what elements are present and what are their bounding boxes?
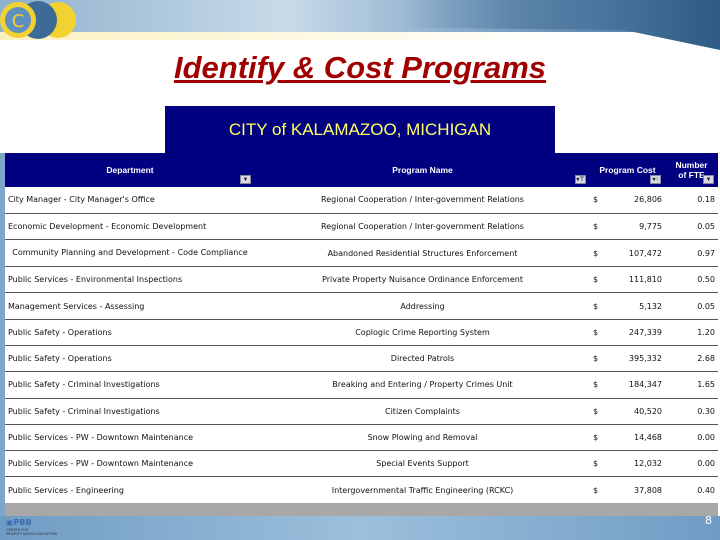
footer-band bbox=[0, 516, 720, 540]
cell-cost: 12,032 bbox=[634, 459, 662, 469]
banner-wave bbox=[400, 0, 720, 50]
cell-department: Public Services - Engineering bbox=[8, 485, 124, 495]
cell-currency: $ bbox=[593, 354, 599, 364]
cell-cost: 5,132 bbox=[639, 301, 662, 311]
cell-program: Citizen Complaints bbox=[385, 406, 460, 416]
filter-dropdown-icon[interactable]: ▼ bbox=[703, 175, 714, 184]
cell-currency: $ bbox=[593, 221, 599, 231]
cell-program: Regional Cooperation / Inter-government … bbox=[321, 195, 524, 205]
cell-program: Abandoned Residential Structures Enforce… bbox=[327, 248, 518, 258]
cell-currency: $ bbox=[593, 327, 599, 337]
cell-department: Public Services - PW - Downtown Maintena… bbox=[8, 433, 194, 443]
col-fte[interactable]: Number of FTE ▼ bbox=[665, 153, 718, 187]
programs-table: Department ▼ Program Name ▾⊤ Program Cost ▾… bbox=[5, 153, 718, 504]
cell-fte: 0.97 bbox=[697, 248, 715, 258]
cell-department: City Manager - City Manager's Office bbox=[8, 195, 155, 205]
table-row: Public Safety - Criminal Investigations C… bbox=[5, 398, 718, 425]
cell-currency: $ bbox=[593, 406, 599, 416]
cell-currency: $ bbox=[593, 248, 599, 258]
table-row: Public Safety - Criminal Investigations B… bbox=[5, 372, 718, 399]
cell-program: Regional Cooperation / Inter-government … bbox=[321, 221, 524, 231]
cell-program: Private Property Nuisance Ordinance Enfo… bbox=[322, 275, 523, 285]
cell-program: Snow Plowing and Removal bbox=[367, 433, 478, 443]
page-number: 8 bbox=[705, 514, 712, 527]
filter-dropdown-icon[interactable]: ▼ bbox=[240, 175, 251, 184]
table-row: Public Services - Engineering Intergovern… bbox=[5, 477, 718, 504]
cell-cost: 26,806 bbox=[634, 195, 662, 205]
cell-fte: 2.68 bbox=[697, 354, 715, 364]
cell-fte: 0.00 bbox=[697, 433, 715, 443]
cell-fte: 1.65 bbox=[697, 380, 715, 390]
cell-fte: 1.20 bbox=[697, 327, 715, 337]
cell-program: Addressing bbox=[400, 301, 445, 311]
table-row: Community Planning and Development - Cod… bbox=[5, 240, 718, 267]
table-row: Public Safety - Operations Coplogic Crime… bbox=[5, 319, 718, 346]
cell-currency: $ bbox=[593, 195, 599, 205]
table-row: Public Safety - Operations Directed Patro… bbox=[5, 345, 718, 372]
cell-cost: 247,339 bbox=[628, 327, 662, 337]
cell-department: Public Safety - Criminal Investigations bbox=[8, 380, 160, 390]
cell-fte: 0.30 bbox=[697, 406, 715, 416]
cell-currency: $ bbox=[593, 433, 599, 443]
svg-text:C: C bbox=[12, 11, 25, 32]
cell-currency: $ bbox=[593, 380, 599, 390]
cell-program: Directed Patrols bbox=[390, 354, 455, 364]
col-program[interactable]: Program Name ▾⊤ bbox=[255, 153, 590, 187]
table-row: Management Services - Assessing Addressin… bbox=[5, 293, 718, 320]
city-header: CITY of KALAMAZOO, MICHIGAN bbox=[165, 106, 555, 153]
footer-logo-sub: CENTER FOR PRIORITY BASED BUDGETING bbox=[6, 528, 58, 536]
table-row: Public Services - PW - Downtown Maintena… bbox=[5, 451, 718, 477]
cell-fte: 0.18 bbox=[697, 195, 715, 205]
cell-department: Economic Development - Economic Developm… bbox=[8, 221, 207, 231]
table-header: Department ▼ Program Name ▾⊤ Program Cost ▾… bbox=[5, 153, 718, 187]
cell-fte: 0.00 bbox=[697, 459, 715, 469]
cell-cost: 9,775 bbox=[639, 221, 662, 231]
cell-fte: 0.40 bbox=[697, 485, 715, 495]
cell-currency: $ bbox=[593, 485, 599, 495]
cell-cost: 14,468 bbox=[634, 433, 662, 443]
logo-icon: C bbox=[0, 1, 76, 39]
cell-department: Public Safety - Operations bbox=[8, 354, 112, 364]
scroll-area bbox=[5, 503, 718, 516]
cell-fte: 0.50 bbox=[697, 275, 715, 285]
cell-fte: 0.05 bbox=[697, 301, 715, 311]
table-row: Public Services - Environmental Inspecti… bbox=[5, 267, 718, 293]
cell-program: Intergovernmental Traffic Engineering (R… bbox=[331, 485, 514, 495]
cell-currency: $ bbox=[593, 459, 599, 469]
table-row: Economic Development - Economic Developm… bbox=[5, 213, 718, 240]
table-row: City Manager - City Manager's Office Regi… bbox=[5, 187, 718, 214]
cell-cost: 37,808 bbox=[634, 485, 662, 495]
col-department[interactable]: Department ▼ bbox=[5, 153, 255, 187]
cell-cost: 107,472 bbox=[628, 248, 662, 258]
cell-cost: 111,810 bbox=[628, 275, 662, 285]
cell-fte: 0.05 bbox=[697, 221, 715, 231]
cell-department: Public Safety - Operations bbox=[8, 327, 112, 337]
table-row: Public Services - PW - Downtown Maintena… bbox=[5, 424, 718, 451]
cell-program: Coplogic Crime Reporting System bbox=[355, 327, 490, 337]
footer-logo: ▣PBB bbox=[6, 518, 32, 527]
cell-cost: 395,332 bbox=[628, 354, 662, 364]
page-title: Identify & Cost Programs bbox=[173, 50, 547, 85]
cell-currency: $ bbox=[593, 275, 599, 285]
cell-program: Special Events Support bbox=[376, 459, 469, 469]
cell-cost: 40,520 bbox=[634, 406, 662, 416]
col-cost[interactable]: Program Cost ▾↑ bbox=[590, 153, 665, 187]
filter-active-icon[interactable]: ▾⊤ bbox=[575, 175, 586, 184]
cell-program: Breaking and Entering / Property Crimes … bbox=[332, 380, 513, 390]
cell-currency: $ bbox=[593, 301, 599, 311]
cell-department: Public Services - Environmental Inspecti… bbox=[8, 275, 183, 285]
cell-department: Community Planning and Development - Cod… bbox=[12, 248, 248, 258]
cell-department: Public Services - PW - Downtown Maintena… bbox=[8, 459, 194, 469]
cell-department: Management Services - Assessing bbox=[8, 301, 145, 311]
sort-icon[interactable]: ▾↑ bbox=[650, 175, 661, 184]
cell-cost: 184,347 bbox=[628, 380, 662, 390]
cell-department: Public Safety - Criminal Investigations bbox=[8, 406, 160, 416]
